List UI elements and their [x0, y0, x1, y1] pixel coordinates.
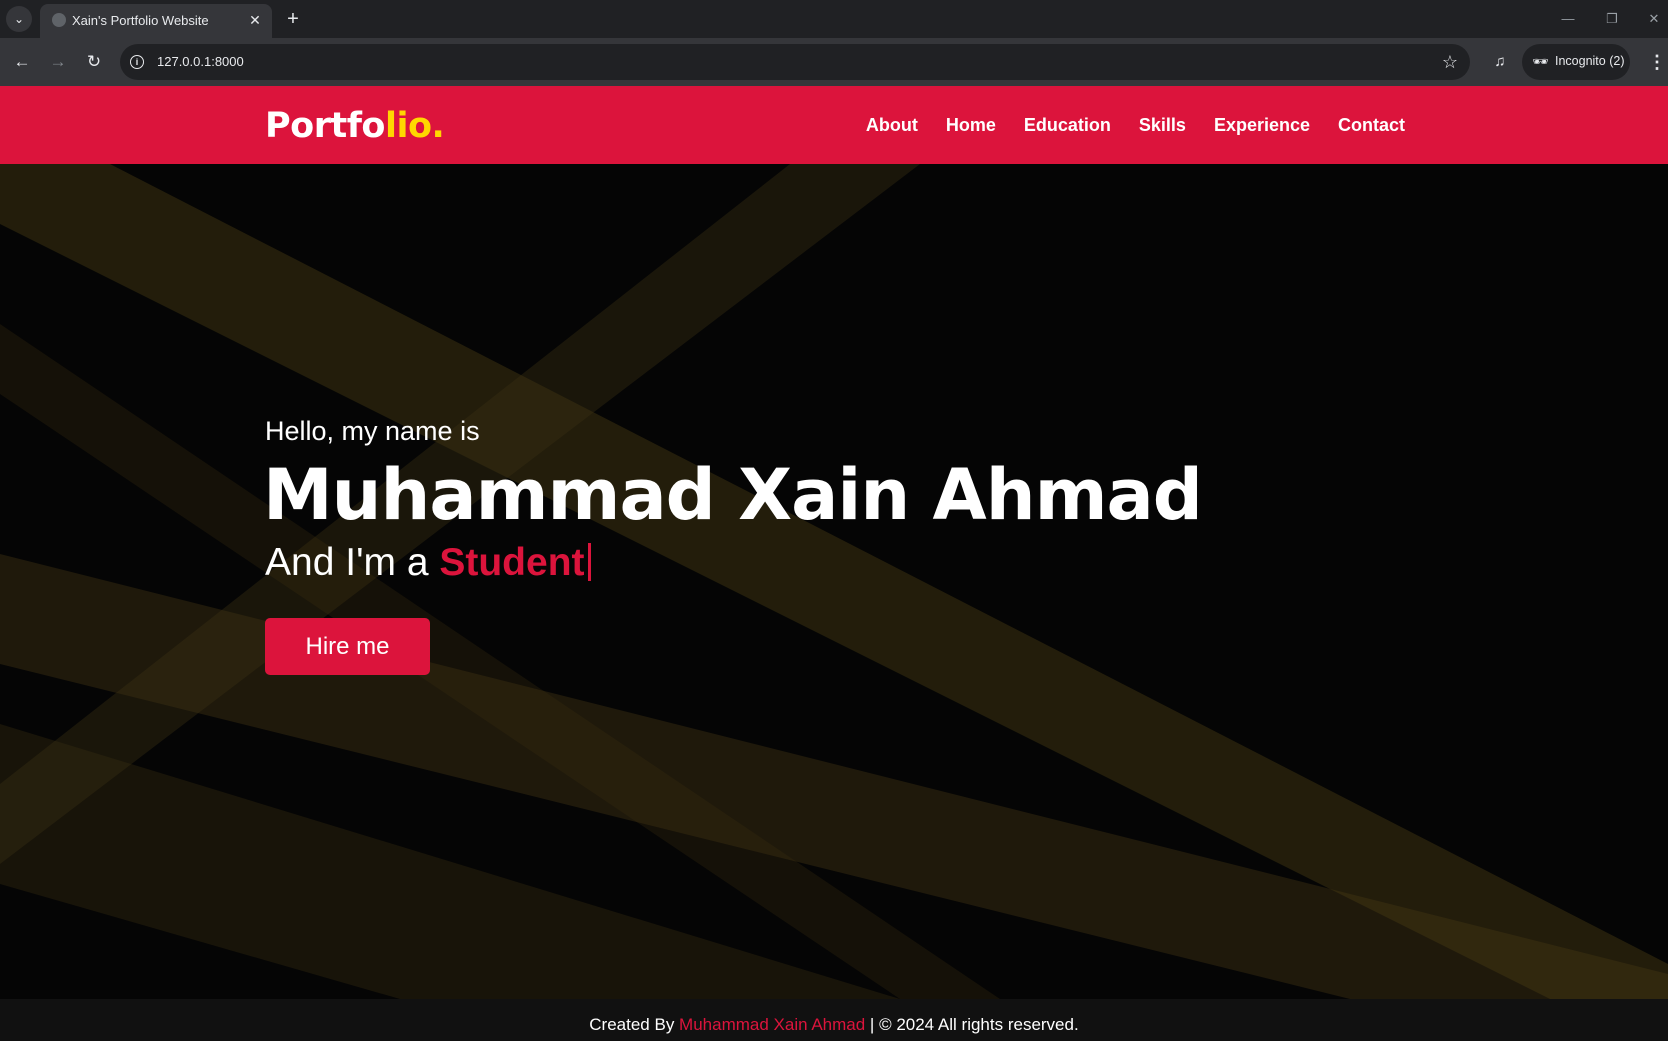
- footer-author[interactable]: Muhammad Xain Ahmad: [679, 1015, 865, 1034]
- kebab-menu-icon[interactable]: ⋮: [1648, 50, 1666, 74]
- hero-greeting: Hello, my name is: [265, 416, 480, 446]
- logo-main: Portfo: [265, 106, 385, 146]
- nav-link-experience[interactable]: Experience: [1214, 115, 1310, 136]
- media-control-icon[interactable]: ♫: [1488, 50, 1512, 74]
- role-word: Student: [439, 541, 585, 584]
- hire-me-button[interactable]: Hire me: [265, 618, 430, 675]
- footer-prefix: Created By: [589, 1015, 680, 1034]
- web-page: Portfolio. About Home Education Skills E…: [0, 86, 1668, 1041]
- back-arrow-icon[interactable]: ←: [10, 50, 34, 74]
- nav-link-skills[interactable]: Skills: [1139, 115, 1186, 136]
- minimize-icon[interactable]: —: [1558, 10, 1578, 28]
- incognito-icon: 🕶: [1532, 54, 1549, 69]
- nav-link-contact[interactable]: Contact: [1338, 115, 1405, 136]
- hero-background-light-beams: [0, 164, 1668, 999]
- forward-arrow-icon[interactable]: →: [46, 50, 70, 74]
- plus-icon[interactable]: +: [282, 8, 304, 30]
- typing-caret: [587, 543, 591, 581]
- footer-suffix: | © 2024 All rights reserved.: [865, 1015, 1079, 1034]
- incognito-label: Incognito (2): [1555, 54, 1625, 68]
- restore-icon[interactable]: ❐: [1602, 10, 1622, 28]
- address-bar[interactable]: i 127.0.0.1:8000 ☆: [120, 44, 1470, 80]
- hero-section: Hello, my name is Muhammad Xain Ahmad An…: [0, 164, 1668, 999]
- hero-name: Muhammad Xain Ahmad: [263, 454, 1203, 536]
- site-footer: Created By Muhammad Xain Ahmad | © 2024 …: [0, 999, 1668, 1041]
- site-navbar: Portfolio. About Home Education Skills E…: [0, 86, 1668, 164]
- close-icon[interactable]: ✕: [246, 11, 264, 29]
- nav-link-education[interactable]: Education: [1024, 115, 1111, 136]
- browser-tab-strip: ⌄ Xain's Portfolio Website ✕ + — ❐ ✕: [0, 0, 1668, 38]
- globe-icon: [52, 13, 66, 27]
- nav-link-home[interactable]: Home: [946, 115, 996, 136]
- nav-link-about[interactable]: About: [866, 115, 918, 136]
- browser-tab[interactable]: Xain's Portfolio Website ✕: [40, 4, 272, 38]
- info-icon[interactable]: i: [130, 55, 144, 69]
- star-icon[interactable]: ☆: [1442, 51, 1458, 73]
- reload-icon[interactable]: ↻: [82, 50, 106, 74]
- url-text[interactable]: 127.0.0.1:8000: [157, 54, 244, 69]
- browser-toolbar: ← → ↻ i 127.0.0.1:8000 ☆ ♫ 🕶 Incognito (…: [0, 38, 1668, 86]
- site-menu: About Home Education Skills Experience C…: [866, 86, 1405, 164]
- site-logo[interactable]: Portfolio.: [265, 106, 445, 146]
- chevron-down-icon[interactable]: ⌄: [6, 6, 32, 32]
- tab-title: Xain's Portfolio Website: [72, 13, 209, 28]
- window-close-icon[interactable]: ✕: [1644, 10, 1664, 28]
- hero-role: And I'm a Student: [265, 541, 591, 585]
- logo-accent: lio.: [384, 106, 445, 146]
- incognito-button[interactable]: 🕶 Incognito (2): [1522, 44, 1630, 80]
- role-prefix: And I'm a: [265, 541, 440, 584]
